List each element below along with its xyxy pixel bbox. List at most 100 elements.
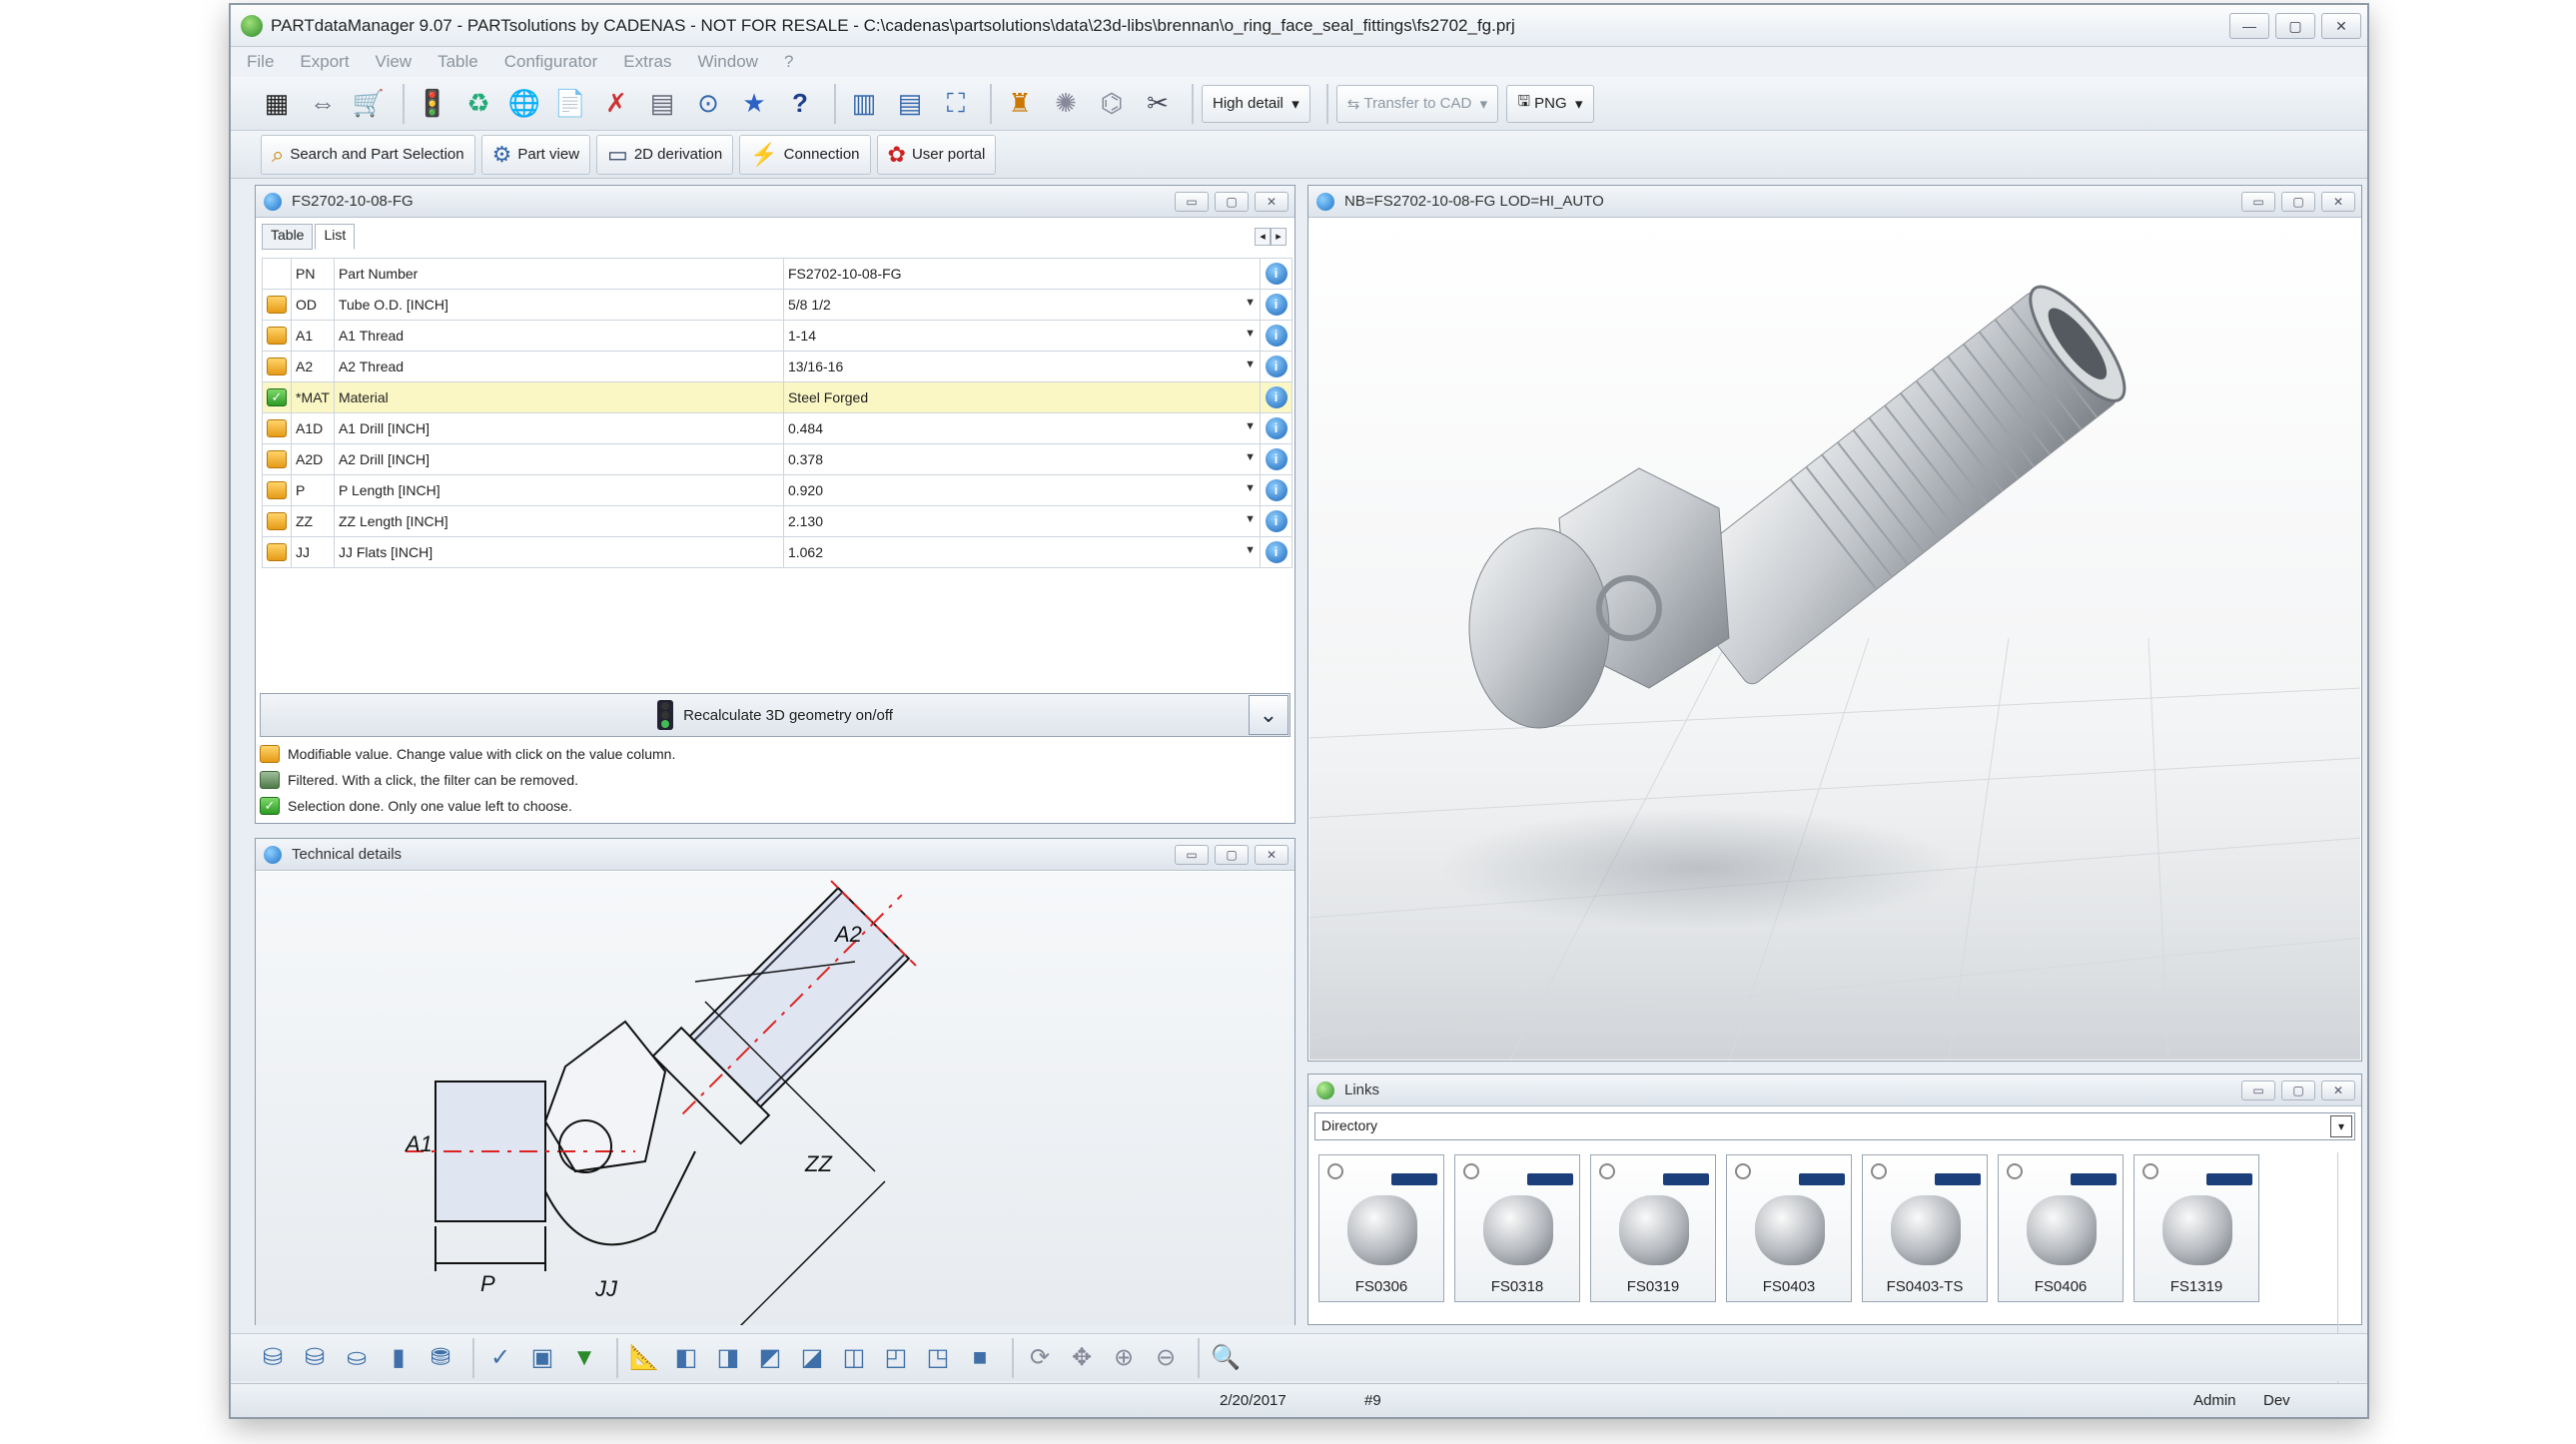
cylinder-hidden-icon[interactable]: ▮ bbox=[381, 1340, 417, 1376]
layout-horizontal-icon[interactable]: ▤ bbox=[890, 84, 930, 124]
table-row[interactable]: A1 A1 Thread 1-14 ▼ i bbox=[262, 320, 1292, 352]
row-info[interactable]: i bbox=[1260, 443, 1292, 475]
menu-file[interactable]: File bbox=[247, 52, 274, 72]
tools-icon[interactable]: ✂ bbox=[1138, 84, 1178, 124]
transfer-to-cad-button[interactable]: ⇆ Transfer to CAD ▾ bbox=[1335, 84, 1499, 123]
row-status[interactable]: ✓ bbox=[262, 381, 292, 413]
table-row[interactable]: ZZ ZZ Length [INCH] 2.130 ▼ i bbox=[262, 505, 1292, 537]
row-value[interactable]: 5/8 1/2 ▼ bbox=[782, 289, 1262, 321]
connection-button[interactable]: ⚡ Connection bbox=[739, 134, 871, 175]
row-info[interactable]: i bbox=[1260, 258, 1292, 290]
link-thumbnail[interactable]: FS0406 bbox=[1998, 1154, 2124, 1302]
zoom-window-icon[interactable]: ⊕ bbox=[1106, 1340, 1142, 1376]
assembly-icon[interactable]: ♜ bbox=[1000, 84, 1040, 124]
row-status[interactable] bbox=[262, 536, 292, 568]
panel-minimize-button[interactable]: ▭ bbox=[2241, 1080, 2275, 1100]
panel-maximize-button[interactable]: ▢ bbox=[1215, 844, 1249, 865]
traffic-light-icon[interactable]: 🚦 bbox=[413, 84, 452, 124]
view-solid-icon[interactable]: ■ bbox=[962, 1340, 998, 1376]
compare-icon[interactable]: ⇔ bbox=[303, 84, 343, 124]
panel-minimize-button[interactable]: ▭ bbox=[1175, 191, 1209, 212]
view-back-icon[interactable]: ◰ bbox=[878, 1340, 914, 1376]
table-row[interactable]: A1D A1 Drill [INCH] 0.484 ▼ i bbox=[262, 412, 1292, 444]
row-info[interactable]: i bbox=[1260, 505, 1292, 537]
layout-vertical-icon[interactable]: ▥ bbox=[844, 84, 884, 124]
menu-export[interactable]: Export bbox=[300, 52, 349, 72]
row-status[interactable] bbox=[262, 289, 292, 321]
menu-window[interactable]: Window bbox=[697, 52, 757, 72]
monitor-icon[interactable]: ▣ bbox=[524, 1340, 560, 1376]
panel-close-button[interactable]: ✕ bbox=[1255, 191, 1288, 212]
view-top-icon[interactable]: ◩ bbox=[752, 1340, 788, 1376]
link-thumbnail[interactable]: FS0403 bbox=[1726, 1154, 1852, 1302]
menu-extras[interactable]: Extras bbox=[623, 52, 671, 72]
export-format-select[interactable]: 🖫 PNG ▾ bbox=[1506, 84, 1594, 123]
zoom-fit-icon[interactable]: ⊖ bbox=[1148, 1340, 1184, 1376]
rotate-icon[interactable]: ⟳ bbox=[1022, 1340, 1058, 1376]
maximize-button[interactable]: ▢ bbox=[2275, 12, 2315, 39]
delete-filter-icon[interactable]: ✗ bbox=[596, 84, 636, 124]
2d-derivation-button[interactable]: ▭ 2D derivation bbox=[596, 134, 734, 175]
recalculate-button[interactable]: Recalculate 3D geometry on/off bbox=[260, 693, 1290, 737]
measure-icon[interactable]: 📐 bbox=[626, 1340, 662, 1376]
row-info[interactable]: i bbox=[1260, 320, 1292, 352]
tab-table[interactable]: Table bbox=[262, 224, 314, 250]
link-thumbnail[interactable]: FS0318 bbox=[1454, 1154, 1580, 1302]
dropdown-arrow-icon[interactable]: ▼ bbox=[1245, 451, 1256, 463]
cylinder-view-icon[interactable]: ⛁ bbox=[255, 1340, 291, 1376]
row-status[interactable] bbox=[262, 412, 292, 444]
menu-table[interactable]: Table bbox=[437, 52, 478, 72]
row-status[interactable] bbox=[262, 505, 292, 537]
dropdown-arrow-icon[interactable]: ▼ bbox=[1245, 513, 1256, 525]
search-part-selection-button[interactable]: ⌕ Search and Part Selection bbox=[261, 134, 475, 175]
cylinder-shaded-icon[interactable]: ⛁ bbox=[297, 1340, 333, 1376]
minimize-button[interactable]: — bbox=[2229, 12, 2269, 39]
menu-help[interactable]: ? bbox=[784, 52, 793, 72]
row-value[interactable]: 0.920 ▼ bbox=[782, 474, 1262, 506]
zoom-icon[interactable]: 🔍 bbox=[1208, 1340, 1244, 1376]
table-row[interactable]: OD Tube O.D. [INCH] 5/8 1/2 ▼ i bbox=[262, 289, 1292, 321]
variable-icon[interactable]: ⊙ bbox=[688, 84, 728, 124]
part-view-button[interactable]: ⚙ Part view bbox=[480, 134, 591, 175]
fit-window-icon[interactable]: ⛶ bbox=[936, 84, 976, 124]
table-row[interactable]: PP Length [INCH] 0.920 ▼ i bbox=[262, 474, 1292, 506]
cylinder-edges-icon[interactable]: ⛃ bbox=[423, 1340, 458, 1376]
cart-icon[interactable]: 🛒 bbox=[349, 84, 389, 124]
panel-close-button[interactable]: ✕ bbox=[2321, 191, 2355, 212]
row-value[interactable]: 2.130 ▼ bbox=[782, 505, 1262, 537]
row-status[interactable] bbox=[262, 474, 292, 506]
user-portal-button[interactable]: ✿ User portal bbox=[876, 134, 997, 175]
row-value[interactable]: 0.484 ▼ bbox=[782, 412, 1262, 444]
view-front-icon[interactable]: ◨ bbox=[710, 1340, 746, 1376]
row-info[interactable]: i bbox=[1260, 474, 1292, 506]
table-row[interactable]: A2D A2 Drill [INCH] 0.378 ▼ i bbox=[262, 443, 1292, 475]
dropdown-arrow-icon[interactable]: ▼ bbox=[1245, 420, 1256, 432]
explode-icon[interactable]: ✺ bbox=[1046, 84, 1086, 124]
row-info[interactable]: i bbox=[1260, 289, 1292, 321]
row-info[interactable]: i bbox=[1260, 536, 1292, 568]
dropdown-arrow-icon[interactable]: ▼ bbox=[1245, 328, 1256, 340]
tab-list[interactable]: List bbox=[315, 224, 356, 250]
dropdown-arrow-icon[interactable]: ▼ bbox=[1245, 544, 1256, 556]
print-icon[interactable]: ▤ bbox=[642, 84, 682, 124]
pan-icon[interactable]: ✥ bbox=[1064, 1340, 1100, 1376]
row-status[interactable] bbox=[262, 351, 292, 382]
directory-select[interactable]: Directory ▾ bbox=[1314, 1112, 2355, 1140]
close-button[interactable]: ✕ bbox=[2321, 12, 2361, 39]
scroll-left-button[interactable]: ◂ bbox=[1255, 228, 1271, 246]
view-left-icon[interactable]: ◪ bbox=[794, 1340, 830, 1376]
link-thumbnail[interactable]: FS0319 bbox=[1590, 1154, 1716, 1302]
globe-icon[interactable]: 🌐 bbox=[504, 84, 544, 124]
table-row[interactable]: JJ JJ Flats [INCH] 1.062 ▼ i bbox=[262, 536, 1292, 568]
panel-minimize-button[interactable]: ▭ bbox=[2241, 191, 2275, 212]
row-info[interactable]: i bbox=[1260, 351, 1292, 382]
row-info[interactable]: i bbox=[1260, 412, 1292, 444]
row-value[interactable]: 0.378 ▼ bbox=[782, 443, 1262, 475]
dropdown-arrow-icon[interactable]: ▼ bbox=[1245, 482, 1256, 494]
dropdown-arrow-icon[interactable]: ▼ bbox=[1245, 359, 1256, 370]
row-status[interactable] bbox=[262, 443, 292, 475]
dropdown-arrow-icon[interactable]: ▼ bbox=[1245, 297, 1256, 309]
panel-maximize-button[interactable]: ▢ bbox=[1215, 191, 1249, 212]
row-value[interactable]: FS2702-10-08-FG bbox=[782, 258, 1262, 290]
link-thumbnail[interactable]: FS0403-TS bbox=[1862, 1154, 1988, 1302]
